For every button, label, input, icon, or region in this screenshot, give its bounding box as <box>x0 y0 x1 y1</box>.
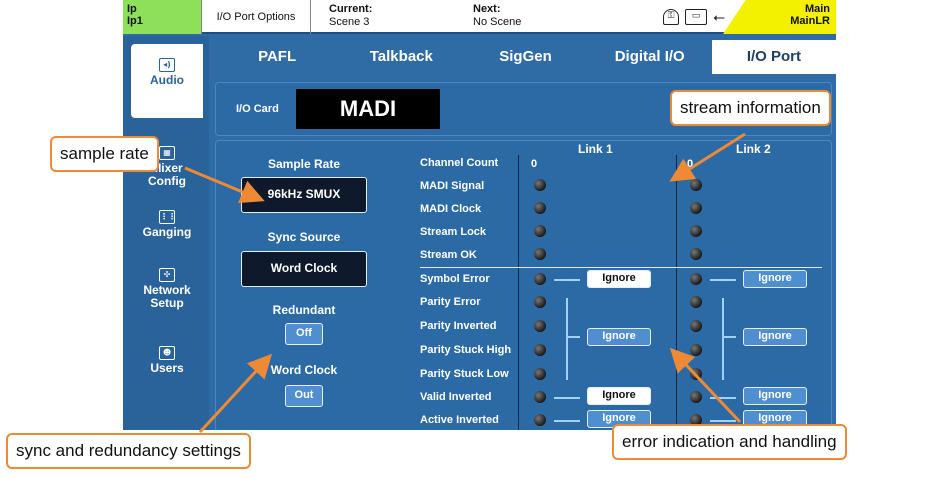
arrow-error-handling <box>669 347 742 424</box>
annotated-screenshot: Ip Ip1 I/O Port Options Current: Scene 3… <box>0 0 933 478</box>
callout-error-handling: error indication and handling <box>612 424 847 460</box>
callout-stream-information: stream information <box>670 90 831 126</box>
callout-sync-redundancy: sync and redundancy settings <box>6 433 251 469</box>
callout-sample-rate: sample rate <box>50 136 159 172</box>
callout-arrows <box>184 132 746 434</box>
arrow-sample-rate <box>184 166 265 204</box>
arrow-stream-information <box>669 132 746 182</box>
arrow-sync-redundancy <box>198 353 273 434</box>
